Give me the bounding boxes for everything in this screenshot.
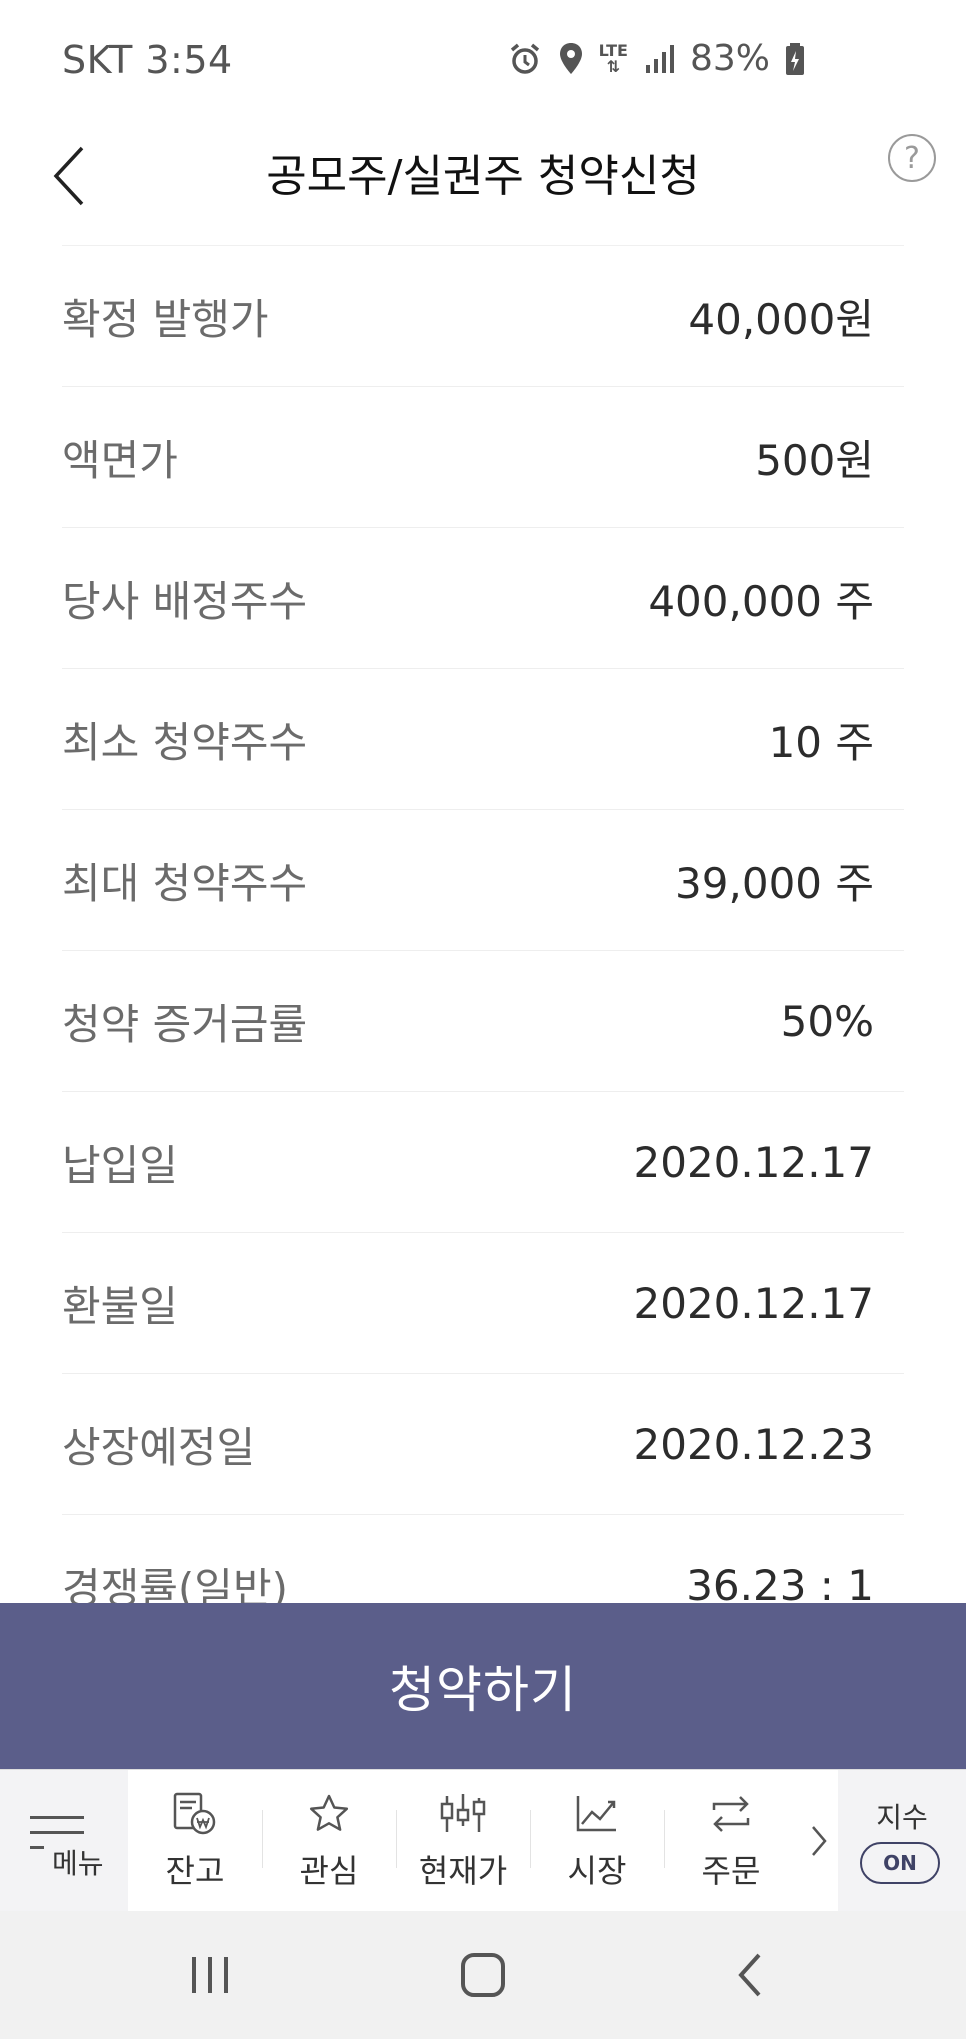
detail-label: 확정 발행가	[62, 294, 269, 344]
system-back-button[interactable]	[730, 1945, 770, 2005]
detail-label: 최소 청약주수	[62, 717, 308, 767]
recent-apps-button[interactable]	[185, 1945, 235, 2005]
status-icons: LTE ⇅ 83%	[507, 38, 806, 79]
exchange-icon	[708, 1792, 754, 1836]
screen: SKT 3:54 LTE ⇅ 83% 공모주/실권주 청약신청 ? 확정 발행가…	[0, 0, 966, 2039]
detail-label: 액면가	[62, 435, 178, 485]
detail-row: 경쟁률(일반) 36.23 : 1	[62, 1514, 904, 1603]
home-icon	[461, 1953, 505, 1997]
detail-row: 청약 증거금률 50%	[62, 950, 904, 1091]
detail-value: 400,000 주	[648, 576, 874, 626]
carrier-time: SKT 3:54	[62, 38, 233, 82]
detail-value: 10 주	[768, 717, 874, 767]
detail-label: 환불일	[62, 1281, 178, 1331]
more-tabs-button[interactable]	[800, 1770, 838, 1912]
detail-row: 상장예정일 2020.12.23	[62, 1373, 904, 1514]
home-button[interactable]	[455, 1945, 511, 2005]
candlestick-icon	[439, 1792, 487, 1836]
status-bar: SKT 3:54 LTE ⇅ 83%	[0, 0, 966, 120]
detail-value: 2020.12.17	[633, 1278, 874, 1328]
app-header: 공모주/실권주 청약신청 ?	[0, 120, 966, 245]
chevron-right-icon	[812, 1826, 827, 1856]
tab-group: 잔고 관심 현재가 시장 주문	[128, 1770, 838, 1912]
lte-icon: LTE ⇅	[598, 40, 628, 76]
detail-label: 납입일	[62, 1140, 178, 1190]
battery-icon	[784, 42, 806, 76]
detail-row: 액면가 500원	[62, 386, 904, 527]
tab-current-price[interactable]: 현재가	[396, 1770, 530, 1912]
help-button[interactable]: ?	[888, 134, 936, 182]
menu-button[interactable]: 메뉴	[0, 1770, 128, 1912]
alarm-icon	[507, 41, 543, 77]
detail-row: 확정 발행가 40,000원	[62, 245, 904, 386]
bottom-tab-bar: 메뉴 잔고 관심 현재가 시장 주문 지수 ON	[0, 1769, 966, 1912]
tab-label: 잔고	[165, 1852, 225, 1890]
tab-market[interactable]: 시장	[530, 1770, 664, 1912]
tab-label: 시장	[567, 1852, 627, 1890]
detail-value: 2020.12.23	[633, 1419, 874, 1469]
detail-row: 환불일 2020.12.17	[62, 1232, 904, 1373]
recent-apps-icon	[192, 1957, 228, 1993]
index-panel: 지수 ON	[838, 1770, 966, 1912]
detail-row: 최소 청약주수 10 주	[62, 668, 904, 809]
detail-row: 최대 청약주수 39,000 주	[62, 809, 904, 950]
balance-icon	[171, 1792, 219, 1836]
detail-label: 청약 증거금률	[62, 999, 308, 1049]
trend-chart-icon	[574, 1792, 620, 1836]
tab-label: 관심	[299, 1852, 359, 1890]
tab-label: 현재가	[418, 1852, 508, 1890]
question-icon: ?	[904, 140, 920, 176]
star-icon	[307, 1792, 351, 1836]
detail-label: 경쟁률(일반)	[62, 1563, 288, 1604]
location-icon	[557, 41, 585, 77]
detail-value: 36.23 : 1	[686, 1560, 874, 1604]
tab-order[interactable]: 주문	[664, 1770, 798, 1912]
detail-label: 최대 청약주수	[62, 858, 308, 908]
tab-watchlist[interactable]: 관심	[262, 1770, 396, 1912]
signal-icon	[644, 43, 676, 75]
index-label: 지수	[876, 1801, 928, 1834]
system-nav-bar	[0, 1911, 966, 2039]
tab-balance[interactable]: 잔고	[128, 1770, 262, 1912]
detail-value: 50%	[780, 996, 874, 1046]
back-arrow-icon	[738, 1953, 761, 1997]
menu-label: 메뉴	[52, 1847, 104, 1880]
battery-percent: 83%	[689, 38, 770, 79]
detail-value: 2020.12.17	[633, 1137, 874, 1187]
subscribe-button[interactable]: 청약하기	[0, 1603, 966, 1769]
detail-row: 납입일 2020.12.17	[62, 1091, 904, 1232]
detail-row: 당사 배정주수 400,000 주	[62, 527, 904, 668]
detail-value: 39,000 주	[675, 858, 874, 908]
detail-value: 40,000원	[688, 294, 874, 344]
index-toggle[interactable]: ON	[860, 1842, 940, 1884]
tab-label: 주문	[701, 1852, 761, 1890]
detail-label: 상장예정일	[62, 1422, 256, 1472]
ipo-details-list: 확정 발행가 40,000원 액면가 500원 당사 배정주수 400,000 …	[0, 245, 966, 1603]
detail-value: 500원	[755, 435, 874, 485]
page-title: 공모주/실권주 청약신청	[266, 151, 700, 202]
detail-label: 당사 배정주수	[62, 576, 308, 626]
